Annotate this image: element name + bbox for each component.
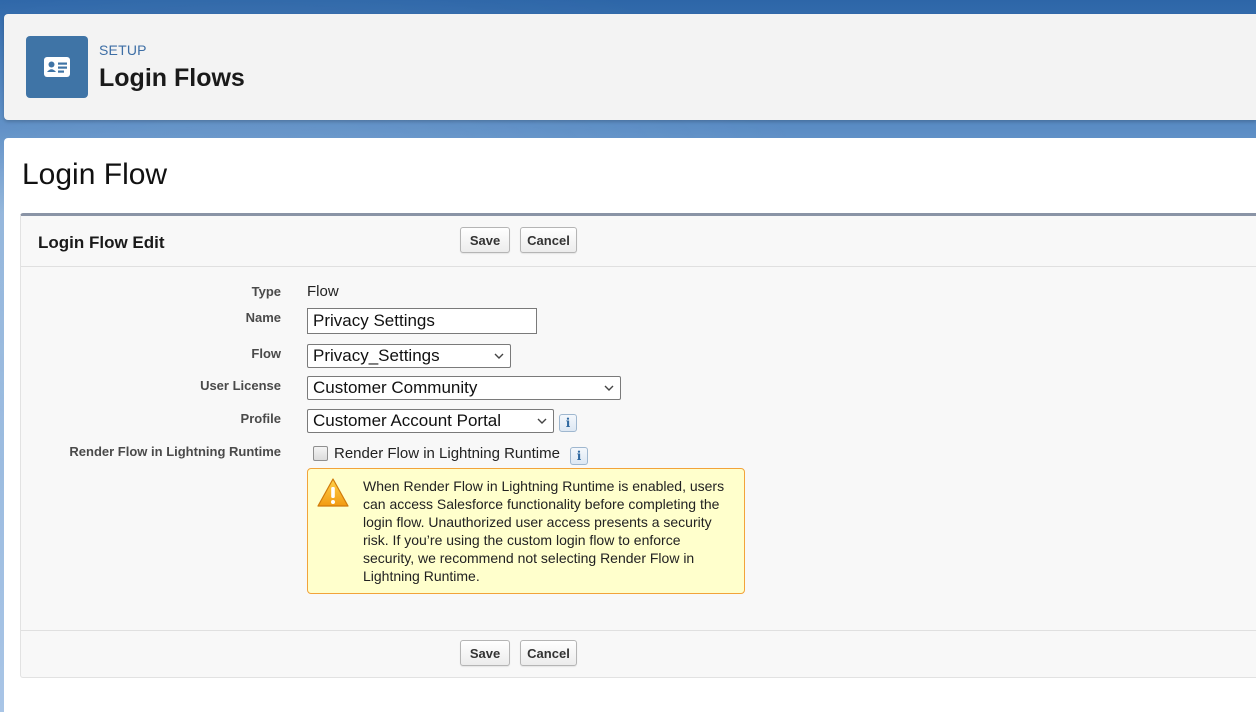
name-input[interactable] bbox=[307, 308, 537, 334]
save-button-bottom[interactable]: Save bbox=[460, 640, 510, 666]
block-title: Login Flow Edit bbox=[38, 233, 165, 252]
flow-select-value: Privacy_Settings bbox=[313, 346, 440, 365]
login-flow-edit-block: Login Flow Edit Save Cancel Type Flow Na… bbox=[20, 213, 1256, 678]
save-button-top[interactable]: Save bbox=[460, 227, 510, 253]
name-label: Name bbox=[245, 310, 281, 325]
user-license-select-value: Customer Community bbox=[313, 378, 478, 397]
cancel-button-bottom[interactable]: Cancel bbox=[520, 640, 577, 666]
profile-select-value: Customer Account Portal bbox=[313, 411, 502, 430]
warning-icon bbox=[317, 478, 349, 507]
render-flow-label: Render Flow in Lightning Runtime bbox=[69, 444, 281, 459]
flow-select[interactable]: Privacy_Settings bbox=[307, 344, 511, 368]
block-header: Login Flow Edit Save Cancel bbox=[21, 216, 1256, 267]
profile-label: Profile bbox=[240, 411, 281, 426]
user-license-label: User License bbox=[200, 378, 281, 393]
warning-message: When Render Flow in Lightning Runtime is… bbox=[307, 468, 745, 594]
page-title: Login Flow bbox=[22, 158, 168, 191]
content-area: Login Flow Login Flow Edit Save Cancel T… bbox=[4, 138, 1256, 712]
chevron-down-icon bbox=[494, 353, 504, 359]
chevron-down-icon bbox=[537, 418, 547, 424]
render-flow-checkbox-label: Render Flow in Lightning Runtime bbox=[334, 445, 560, 462]
render-flow-checkbox[interactable] bbox=[313, 446, 328, 461]
flow-label: Flow bbox=[251, 346, 281, 361]
block-footer: Save Cancel bbox=[21, 630, 1256, 678]
user-license-select[interactable]: Customer Community bbox=[307, 376, 621, 400]
header-title: Login Flows bbox=[99, 64, 245, 92]
profile-select[interactable]: Customer Account Portal bbox=[307, 409, 554, 433]
render-flow-info-icon[interactable]: i bbox=[570, 447, 588, 465]
profile-info-icon[interactable]: i bbox=[559, 414, 577, 432]
cancel-button-top[interactable]: Cancel bbox=[520, 227, 577, 253]
page-header: SETUP Login Flows bbox=[4, 14, 1256, 120]
contact-card-icon bbox=[26, 36, 88, 98]
chevron-down-icon bbox=[604, 385, 614, 391]
warning-text: When Render Flow in Lightning Runtime is… bbox=[363, 478, 725, 584]
type-value: Flow bbox=[307, 283, 339, 300]
type-label: Type bbox=[251, 284, 281, 299]
breadcrumb-setup: SETUP bbox=[99, 42, 147, 58]
